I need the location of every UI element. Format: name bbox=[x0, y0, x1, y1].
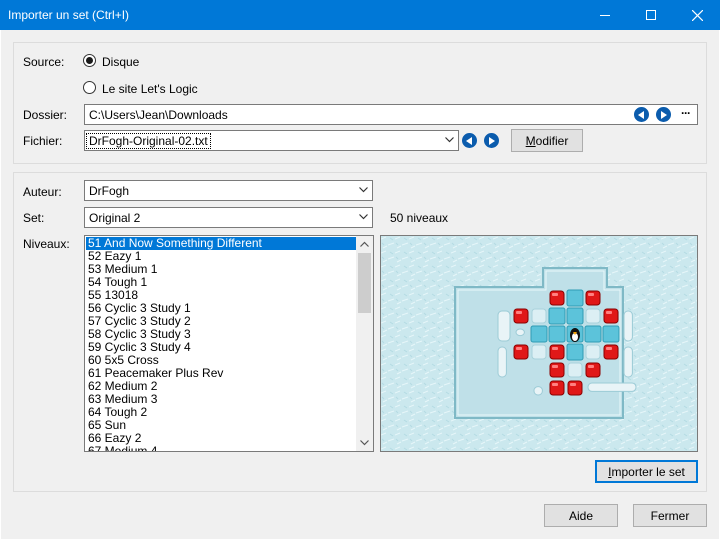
wall-segment bbox=[497, 310, 511, 342]
goal-square bbox=[602, 325, 620, 343]
folder-next-button[interactable] bbox=[656, 107, 671, 122]
author-combobox[interactable]: DrFogh bbox=[84, 180, 373, 201]
folder-label: Dossier: bbox=[23, 108, 68, 122]
goal-square bbox=[566, 289, 584, 307]
radio-disk[interactable] bbox=[83, 54, 96, 67]
level-preview bbox=[380, 235, 698, 452]
goal-square bbox=[530, 325, 548, 343]
goal-square bbox=[548, 325, 566, 343]
file-combobox[interactable]: DrFogh-Original-02.txt bbox=[84, 130, 459, 151]
minimize-icon bbox=[600, 15, 610, 16]
modify-mnemonic: M bbox=[525, 133, 536, 148]
title-bar: Importer un set (Ctrl+I) bbox=[0, 0, 720, 30]
arrow-right-icon bbox=[661, 110, 667, 119]
scroll-up-icon[interactable] bbox=[360, 241, 369, 247]
import-label: mporter le set bbox=[611, 464, 685, 479]
red-box-highlight bbox=[552, 365, 558, 368]
maximize-button[interactable] bbox=[628, 0, 674, 30]
red-box-highlight bbox=[588, 293, 594, 296]
red-box-highlight bbox=[516, 347, 522, 350]
folder-value: C:\Users\Jean\Downloads bbox=[89, 108, 228, 122]
red-box-highlight bbox=[516, 311, 522, 314]
floor-tile bbox=[531, 344, 547, 360]
red-box-highlight bbox=[606, 347, 612, 350]
levels-scrollbar[interactable] bbox=[356, 236, 373, 451]
import-set-button[interactable]: Importer le set bbox=[595, 460, 698, 483]
wall-segment bbox=[515, 328, 525, 337]
file-previous-button[interactable] bbox=[462, 133, 477, 148]
levels-listbox[interactable]: 51 And Now Something Different 52 Eazy 15… bbox=[84, 235, 374, 452]
goal-square bbox=[548, 307, 566, 325]
folder-previous-button[interactable] bbox=[634, 107, 649, 122]
red-box-highlight bbox=[552, 347, 558, 350]
goal-square bbox=[584, 325, 602, 343]
close-button[interactable]: Fermer bbox=[633, 504, 707, 527]
author-label: Auteur: bbox=[23, 185, 62, 199]
radio-lets-logic-label[interactable]: Le site Let's Logic bbox=[102, 82, 198, 96]
arrow-right-icon bbox=[489, 136, 495, 145]
set-combobox[interactable]: Original 2 bbox=[84, 207, 373, 228]
wall-segment bbox=[623, 346, 633, 378]
level-list-item[interactable]: 67 Medium 4 bbox=[86, 445, 356, 452]
level-count: 50 niveaux bbox=[390, 211, 449, 225]
wall-segment bbox=[497, 346, 507, 378]
maximize-icon bbox=[646, 10, 656, 20]
red-box-highlight bbox=[552, 293, 558, 296]
level-preview-image bbox=[381, 236, 697, 451]
radio-lets-logic[interactable] bbox=[83, 81, 96, 94]
window-title: Importer un set (Ctrl+I) bbox=[8, 8, 130, 22]
wall-segment bbox=[587, 382, 637, 392]
arrow-left-icon bbox=[638, 110, 644, 119]
file-next-button[interactable] bbox=[484, 133, 499, 148]
radio-disk-label[interactable]: Disque bbox=[102, 55, 139, 69]
wall-segment bbox=[533, 386, 543, 396]
help-button[interactable]: Aide bbox=[544, 504, 618, 527]
goal-square bbox=[566, 343, 584, 361]
close-window-button[interactable] bbox=[674, 0, 720, 30]
floor-tile bbox=[585, 344, 601, 360]
modify-button[interactable]: Modifier bbox=[511, 129, 583, 152]
set-value: Original 2 bbox=[89, 211, 141, 225]
chevron-down-icon bbox=[359, 187, 368, 193]
red-box-highlight bbox=[552, 383, 558, 386]
level-list-item[interactable]: 64 Tough 2 bbox=[86, 406, 356, 419]
arrow-left-icon bbox=[466, 136, 472, 145]
dialog-body: Source: Disque Le site Let's Logic Dossi… bbox=[1, 30, 719, 539]
red-box-highlight bbox=[570, 383, 576, 386]
floor-tile bbox=[531, 308, 547, 324]
scroll-down-icon[interactable] bbox=[360, 440, 369, 446]
close-icon bbox=[691, 9, 703, 21]
floor-tile bbox=[585, 308, 601, 324]
goal-square bbox=[566, 307, 584, 325]
file-value: DrFogh-Original-02.txt bbox=[86, 133, 211, 149]
browse-folder-button[interactable]: ··· bbox=[681, 106, 691, 120]
modify-label: odifier bbox=[535, 133, 569, 148]
chevron-down-icon bbox=[445, 137, 454, 143]
chevron-down-icon bbox=[359, 214, 368, 220]
file-label: Fichier: bbox=[23, 134, 63, 148]
levels-items: 51 And Now Something Different 52 Eazy 15… bbox=[86, 237, 356, 452]
red-box-highlight bbox=[588, 365, 594, 368]
scrollbar-thumb[interactable] bbox=[358, 253, 371, 313]
red-box-highlight bbox=[606, 311, 612, 314]
levels-label: Niveaux: bbox=[23, 237, 70, 251]
minimize-button[interactable] bbox=[582, 0, 628, 30]
folder-input[interactable]: C:\Users\Jean\Downloads bbox=[84, 104, 698, 125]
floor-tile bbox=[567, 362, 583, 378]
source-label: Source: bbox=[23, 55, 65, 69]
wall-segment bbox=[623, 310, 633, 342]
author-value: DrFogh bbox=[89, 184, 130, 198]
set-label: Set: bbox=[23, 211, 45, 225]
